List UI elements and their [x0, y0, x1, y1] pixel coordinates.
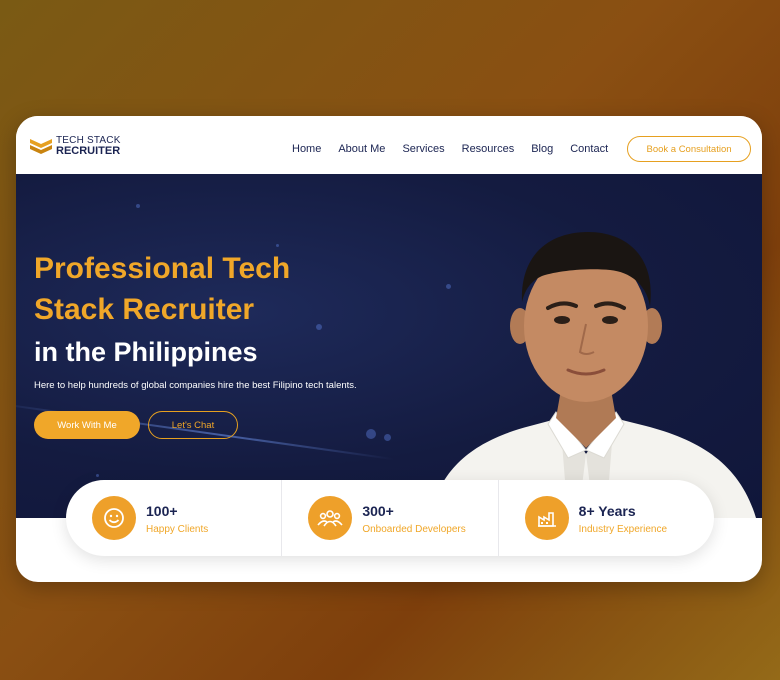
stat-industry-experience: 8+ Years Industry Experience — [497, 480, 714, 556]
stats-bar: 100+ Happy Clients 300+ Onboarded Develo… — [66, 480, 714, 556]
bokeh-dot — [366, 429, 376, 439]
bokeh-dot — [384, 434, 391, 441]
industry-icon — [524, 496, 569, 540]
recruiter-portrait — [430, 232, 756, 518]
logo[interactable]: TECH STACK RECRUITER — [30, 136, 121, 157]
bokeh-dot — [276, 244, 279, 247]
hero-title-line1: Professional Tech — [34, 252, 291, 285]
logo-chevron-icon — [30, 139, 52, 154]
nav-item-blog[interactable]: Blog — [531, 143, 553, 155]
main-nav: Home About Me Services Resources Blog Co… — [292, 143, 625, 155]
work-with-me-button[interactable]: Work With Me — [34, 411, 140, 439]
stat-happy-clients: 100+ Happy Clients — [66, 480, 281, 556]
bokeh-dot — [316, 324, 322, 330]
nav-item-home[interactable]: Home — [292, 143, 321, 155]
book-consultation-button[interactable]: Book a Consultation — [627, 136, 751, 162]
stat-onboarded-developers: 300+ Onboarded Developers — [281, 480, 497, 556]
nav-item-services[interactable]: Services — [402, 143, 444, 155]
team-icon — [308, 496, 353, 540]
stat-value: 100+ — [146, 502, 178, 519]
stat-value: 8+ Years — [578, 502, 636, 519]
website-card: TECH STACK RECRUITER Home About Me Servi… — [16, 116, 762, 582]
site-header: TECH STACK RECRUITER Home About Me Servi… — [16, 116, 762, 174]
hero-subtitle: Here to help hundreds of global companie… — [34, 380, 357, 391]
logo-line2: RECRUITER — [56, 145, 121, 157]
hero-section: Professional Tech Stack Recruiter in the… — [16, 174, 762, 518]
smile-icon — [92, 496, 136, 540]
lets-chat-button[interactable]: Let's Chat — [148, 411, 238, 439]
hero-title-line2: Stack Recruiter — [34, 293, 255, 326]
nav-item-resources[interactable]: Resources — [462, 143, 515, 155]
logo-text: TECH STACK RECRUITER — [56, 136, 121, 157]
stat-value: 300+ — [362, 502, 394, 519]
bokeh-dot — [136, 204, 140, 208]
nav-item-about-me[interactable]: About Me — [338, 143, 385, 155]
stat-label: Onboarded Developers — [362, 523, 466, 535]
bokeh-dot — [96, 474, 99, 477]
stat-label: Industry Experience — [578, 523, 668, 535]
hero-title-line3: in the Philippines — [34, 337, 258, 367]
nav-item-contact[interactable]: Contact — [570, 143, 608, 155]
stat-label: Happy Clients — [146, 523, 209, 535]
